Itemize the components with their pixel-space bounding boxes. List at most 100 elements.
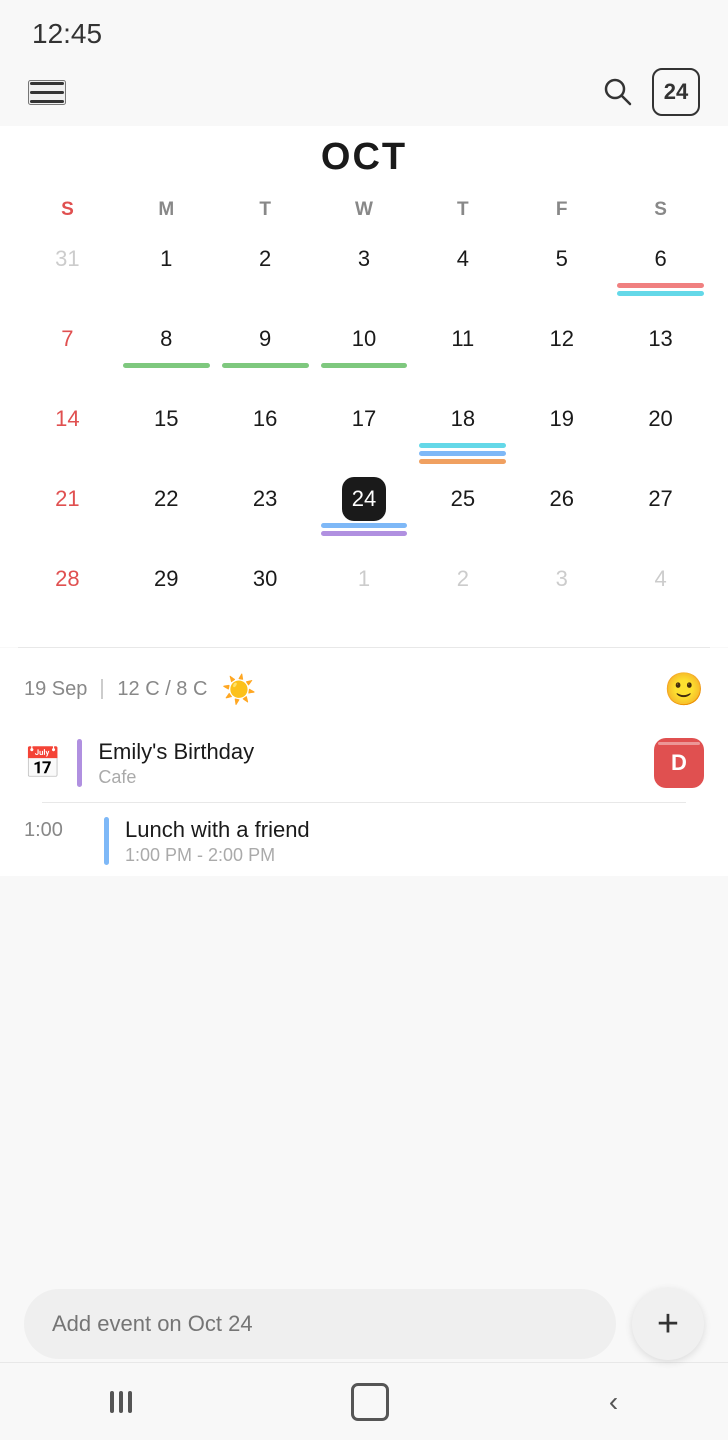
weekday-sunday: S: [18, 193, 117, 227]
recents-icon: [110, 1391, 132, 1413]
day-number-nov3: 3: [540, 557, 584, 601]
event-color-bar-blue: [104, 817, 109, 865]
day-21[interactable]: 21: [18, 471, 117, 551]
day-14[interactable]: 14: [18, 391, 117, 471]
day-number-nov1: 1: [342, 557, 386, 601]
event-info-birthday: Emily's Birthday Cafe: [98, 739, 638, 788]
day-number-2: 2: [243, 237, 287, 281]
day-10[interactable]: 10: [315, 311, 414, 391]
event-bar-orange-18: [419, 459, 506, 464]
day-number-16: 16: [243, 397, 287, 441]
day-15[interactable]: 15: [117, 391, 216, 471]
weekday-wednesday: W: [315, 193, 414, 227]
day-nov1[interactable]: 1: [315, 551, 414, 631]
sun-icon: ☀️: [221, 673, 256, 706]
day-11[interactable]: 11: [413, 311, 512, 391]
day-22[interactable]: 22: [117, 471, 216, 551]
day-8[interactable]: 8: [117, 311, 216, 391]
menu-button[interactable]: [28, 80, 66, 105]
event-bar-green: [123, 363, 210, 368]
day-number-7: 7: [45, 317, 89, 361]
day-13[interactable]: 13: [611, 311, 710, 391]
weekday-friday: F: [512, 193, 611, 227]
day-3[interactable]: 3: [315, 231, 414, 311]
day-number-24: 24: [342, 477, 386, 521]
home-icon: [351, 1383, 389, 1421]
event-title-lunch: Lunch with a friend: [125, 817, 704, 843]
day-nov4[interactable]: 4: [611, 551, 710, 631]
day-4[interactable]: 4: [413, 231, 512, 311]
day-6[interactable]: 6: [611, 231, 710, 311]
month-title: OCT: [18, 126, 710, 193]
day-28[interactable]: 28: [18, 551, 117, 631]
add-event-fab-button[interactable]: +: [632, 1288, 704, 1360]
day-8-bars: [119, 363, 214, 368]
event-bar-purple-24: [321, 531, 408, 536]
day-18-bars: [415, 443, 510, 464]
date-weather-left: 19 Sep 12 C / 8 C ☀️: [24, 673, 256, 706]
day-number-20: 20: [639, 397, 683, 441]
event-lunch[interactable]: 1:00 Lunch with a friend 1:00 PM - 2:00 …: [24, 803, 704, 876]
day-number-27: 27: [639, 477, 683, 521]
day-7[interactable]: 7: [18, 311, 117, 391]
day-25[interactable]: 25: [413, 471, 512, 551]
day-30[interactable]: 30: [216, 551, 315, 631]
day-29[interactable]: 29: [117, 551, 216, 631]
day-16[interactable]: 16: [216, 391, 315, 471]
day-9[interactable]: 9: [216, 311, 315, 391]
day-24-bars: [317, 523, 412, 536]
day-nov2[interactable]: 2: [413, 551, 512, 631]
weather-temp: 12 C / 8 C: [117, 678, 207, 701]
day-19[interactable]: 19: [512, 391, 611, 471]
day-nov3[interactable]: 3: [512, 551, 611, 631]
day-31[interactable]: 31: [18, 231, 117, 311]
search-button[interactable]: [602, 76, 634, 108]
day-26[interactable]: 26: [512, 471, 611, 551]
event-birthday[interactable]: 📅 Emily's Birthday Cafe D: [24, 724, 704, 802]
day-6-bars: [613, 283, 708, 296]
day-2[interactable]: 2: [216, 231, 315, 311]
day-number-1: 1: [144, 237, 188, 281]
day-number-23: 23: [243, 477, 287, 521]
day-5[interactable]: 5: [512, 231, 611, 311]
day-27[interactable]: 27: [611, 471, 710, 551]
day-number-3: 3: [342, 237, 386, 281]
nav-home-button[interactable]: [327, 1373, 413, 1431]
status-time: 12:45: [32, 18, 102, 50]
day-18[interactable]: 18: [413, 391, 512, 471]
day-17[interactable]: 17: [315, 391, 414, 471]
add-event-input[interactable]: [24, 1289, 616, 1359]
event-app-icon-d[interactable]: D: [654, 738, 704, 788]
event-bar-red: [617, 283, 704, 288]
header-right: 24: [602, 68, 700, 116]
day-number-4: 4: [441, 237, 485, 281]
back-icon: ‹: [609, 1388, 618, 1416]
calendar-week-1: 31 1 2 3 4 5 6: [18, 231, 710, 311]
nav-back-button[interactable]: ‹: [585, 1378, 642, 1426]
calendar-icon: 📅: [24, 746, 61, 781]
day-1[interactable]: 1: [117, 231, 216, 311]
day-20[interactable]: 20: [611, 391, 710, 471]
day-12[interactable]: 12: [512, 311, 611, 391]
weekday-monday: M: [117, 193, 216, 227]
day-number-22: 22: [144, 477, 188, 521]
calendar-container: OCT S M T W T F S 31 1 2 3 4 5 6: [0, 126, 728, 647]
day-number-21: 21: [45, 477, 89, 521]
nav-bar: ‹: [0, 1362, 728, 1440]
event-date-label: 19 Sep: [24, 678, 87, 701]
event-color-bar-purple: [77, 739, 82, 787]
calendar-week-3: 14 15 16 17 18 19 20: [18, 391, 710, 471]
weekday-thursday: T: [413, 193, 512, 227]
today-badge[interactable]: 24: [652, 68, 700, 116]
emoji-reaction-button[interactable]: 🙂: [664, 670, 704, 708]
day-number-25: 25: [441, 477, 485, 521]
weekday-tuesday: T: [216, 193, 315, 227]
day-24[interactable]: 24: [315, 471, 414, 551]
event-bar-cyan: [617, 291, 704, 296]
day-number-13: 13: [639, 317, 683, 361]
nav-recents-button[interactable]: [86, 1381, 156, 1423]
event-bar-green-cont: [222, 363, 309, 368]
weekday-header: S M T W T F S: [18, 193, 710, 227]
day-number-10: 10: [342, 317, 386, 361]
day-23[interactable]: 23: [216, 471, 315, 551]
